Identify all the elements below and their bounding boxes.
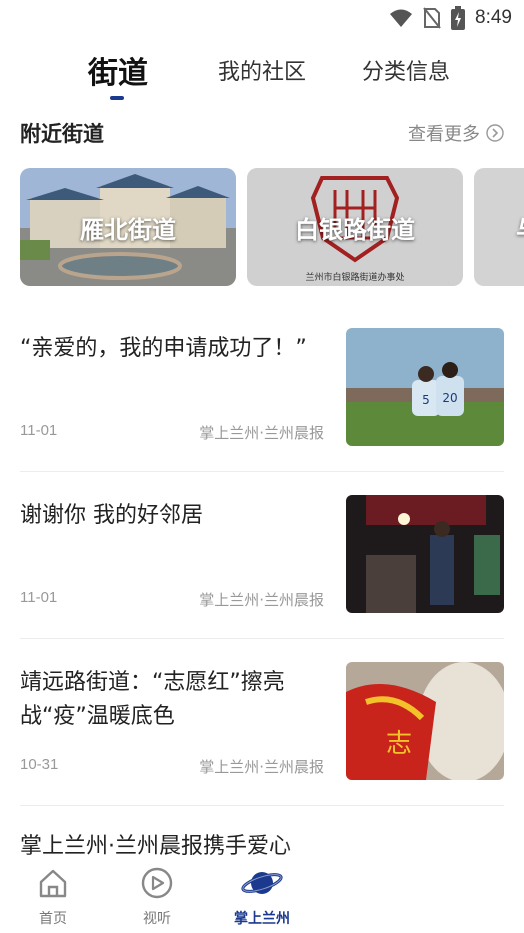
play-icon: [141, 867, 173, 899]
divider: [20, 805, 504, 806]
news-title: 谢谢你 我的好邻居: [20, 503, 203, 528]
nav-zhangshang-lanzhou[interactable]: 掌上兰州: [222, 866, 302, 928]
news-thumbnail: [346, 495, 504, 613]
news-thumbnail: 志: [346, 662, 504, 780]
bottom-navigation: 首页 视听 掌上兰州: [0, 858, 524, 933]
street-card-baiyinlu[interactable]: 兰州市白银路街道办事处 白银路街道: [247, 168, 463, 286]
status-bar: 8:49: [0, 0, 524, 36]
svg-text:20: 20: [442, 391, 457, 405]
battery-charging-icon: [451, 6, 466, 30]
street-card-label: 雁北街道: [80, 216, 176, 244]
couple-photo: 5 20: [346, 328, 504, 446]
planet-icon: [241, 872, 283, 894]
seal-sublabel: 兰州市白银路街道办事处: [305, 271, 404, 283]
home-icon: [39, 869, 67, 898]
top-tabs: 街道 我的社区 分类信息: [0, 44, 524, 104]
nearby-streets-carousel[interactable]: 雁北街道 兰州市白银路街道办事处 白银路街道 与: [20, 168, 524, 288]
see-more-label: 查看更多: [408, 124, 480, 145]
divider: [20, 638, 504, 639]
news-source: 掌上兰州·兰州晨报: [199, 424, 324, 442]
news-item[interactable]: “亲爱的，我的申请成功了！” 11-01 掌上兰州·兰州晨报 5 20: [20, 328, 504, 478]
chevron-right-circle-icon: [486, 124, 504, 142]
news-source: 掌上兰州·兰州晨报: [199, 758, 324, 776]
status-time: 8:49: [475, 7, 512, 28]
street-card-label: 白银路街道: [295, 216, 415, 244]
svg-text:志: 志: [386, 729, 412, 759]
street-card-partial[interactable]: 与: [474, 168, 524, 286]
nav-label: 视听: [143, 911, 171, 927]
street-card-label: 与: [516, 210, 524, 245]
news-date: 10-31: [20, 756, 59, 773]
nav-home[interactable]: 首页: [13, 866, 93, 928]
news-source: 掌上兰州·兰州晨报: [199, 591, 324, 609]
see-more-link[interactable]: 查看更多: [408, 120, 504, 146]
status-icons: 8:49: [389, 6, 512, 30]
divider: [20, 471, 504, 472]
nearby-section-title: 附近街道: [20, 122, 104, 146]
no-sim-icon: [423, 7, 441, 29]
nav-audio-video[interactable]: 视听: [117, 866, 197, 928]
tab-streets[interactable]: 街道: [88, 48, 148, 92]
wifi-icon: [390, 9, 413, 27]
fade-overlay: [280, 820, 400, 860]
news-date: 11-01: [20, 589, 58, 606]
street-card-yanbei[interactable]: 雁北街道: [20, 168, 236, 286]
news-item[interactable]: 靖远路街道：“志愿红”擦亮战“疫”温暖底色 10-31 掌上兰州·兰州晨报 志: [20, 662, 504, 812]
tab-classified-info[interactable]: 分类信息: [362, 54, 450, 86]
news-date: 11-01: [20, 422, 58, 439]
tab-my-community[interactable]: 我的社区: [218, 54, 306, 86]
svg-text:5: 5: [422, 393, 430, 407]
news-title: “亲爱的，我的申请成功了！”: [20, 336, 307, 361]
news-thumbnail: 5 20: [346, 328, 504, 446]
news-item[interactable]: 谢谢你 我的好邻居 11-01 掌上兰州·兰州晨报: [20, 495, 504, 645]
news-title: 靖远路街道：“志愿红”擦亮战“疫”温暖底色: [20, 670, 285, 729]
nav-label: 掌上兰州: [234, 911, 290, 927]
active-tab-indicator: [110, 96, 124, 100]
volunteer-armband-photo: 志: [346, 662, 504, 780]
night-street-photo: [346, 495, 504, 613]
nav-label: 首页: [39, 911, 67, 927]
